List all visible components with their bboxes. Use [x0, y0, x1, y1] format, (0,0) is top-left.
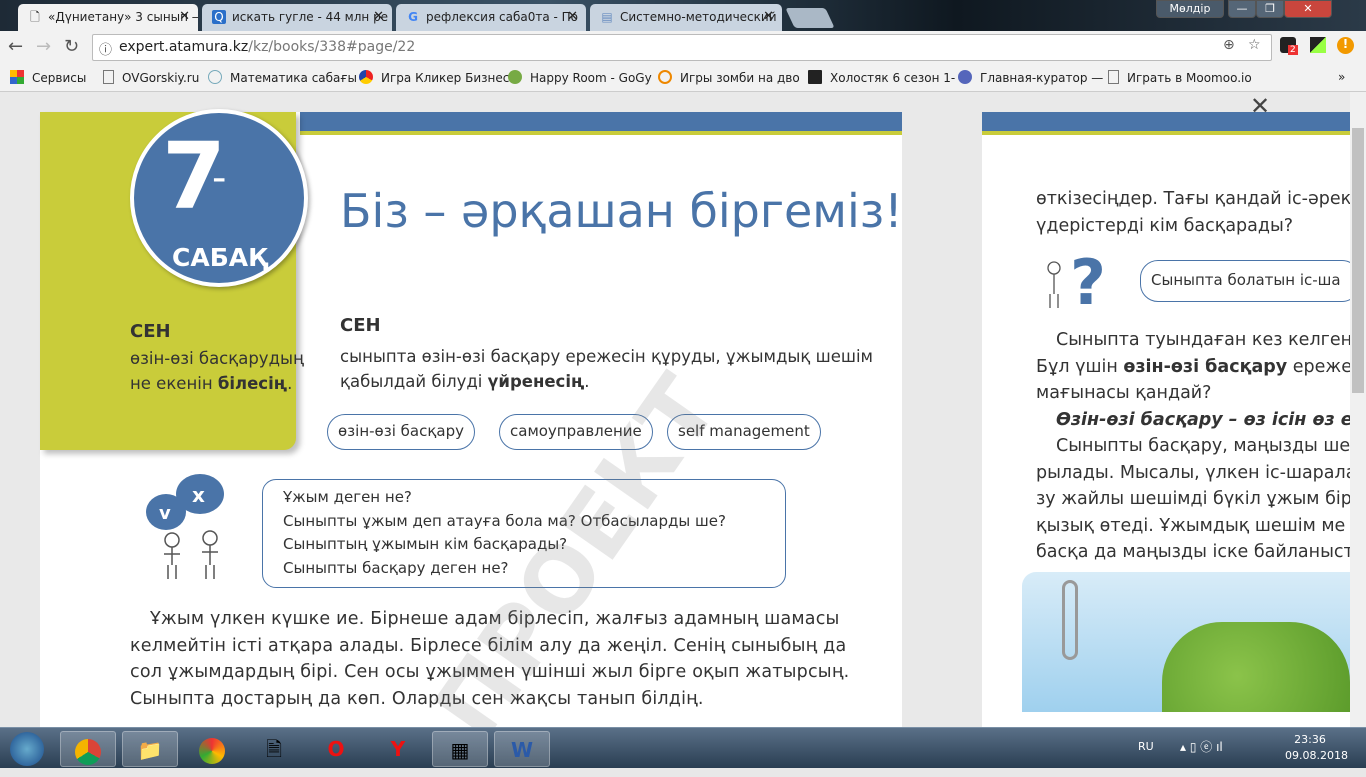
book-viewer: СЕН өзін-өзі басқарудың не екенін білесің…: [0, 92, 1350, 727]
clock[interactable]: 23:36 09.08.2018: [1285, 733, 1348, 762]
question: Сыныпты ұжым деп атауға бола ма? Отбасыл…: [283, 511, 726, 530]
question: Ұжым деген не?: [283, 488, 412, 506]
header-bar: [982, 112, 1350, 135]
site-icon: [958, 70, 972, 84]
opera-icon[interactable]: O: [308, 731, 364, 767]
site-icon: [359, 70, 373, 84]
control-panel-icon[interactable]: ▦: [432, 731, 488, 767]
site-icon: [208, 70, 222, 84]
profile-button[interactable]: Мөлдір: [1156, 0, 1224, 18]
yandex-icon[interactable]: Y: [370, 731, 426, 767]
paperclip-icon: [1062, 580, 1078, 660]
goal-heading: СЕН: [130, 321, 171, 342]
apps-icon: [10, 70, 24, 84]
site-icon: [508, 70, 522, 84]
tab-search[interactable]: Qискать гугле - 44 млн ре ✕: [202, 4, 392, 31]
lesson-word: САБАҚ: [172, 243, 268, 272]
lesson-dash: -: [212, 155, 227, 201]
goal-text-right: сыныпта өзін-өзі басқару ережесін құруды…: [340, 347, 873, 391]
bookmark[interactable]: Играть в Moomoo.io: [1108, 70, 1252, 85]
tab-google[interactable]: Gрефлексия саба0та - По ✕: [396, 4, 586, 31]
svg-text:?: ?: [1070, 246, 1106, 316]
close-tab-icon[interactable]: ✕: [763, 9, 774, 24]
reload-icon[interactable]: ↻: [64, 36, 79, 57]
tab-strip: 🗋 «Дүниетану» 3 сынып — ✕ Qискать гугле - …: [0, 0, 1366, 31]
bookmark[interactable]: Happy Room - GoGy: [508, 70, 652, 85]
page-icon: [1108, 70, 1119, 84]
google-icon: G: [408, 10, 418, 24]
activity-pill: Сыныпта болатын іс-ша: [1140, 260, 1350, 302]
close-window-button[interactable]: ✕: [1284, 0, 1332, 18]
info-icon[interactable]: ⓘ: [99, 39, 112, 58]
goal-heading-right: СЕН: [340, 315, 381, 336]
extension-icon-2[interactable]: [1310, 37, 1326, 53]
address-bar[interactable]: ⓘ expert.atamura.kz/kz/books/338#page/22…: [92, 34, 1272, 61]
word-icon[interactable]: W: [494, 731, 550, 767]
svg-text:x: x: [192, 483, 205, 507]
header-bar: [300, 112, 902, 135]
new-tab-button[interactable]: [785, 8, 835, 28]
close-tab-icon[interactable]: ✕: [179, 9, 190, 24]
doc-icon: ▤: [601, 10, 613, 24]
close-tab-icon[interactable]: ✕: [373, 9, 384, 24]
site-icon: [808, 70, 822, 84]
bookmark[interactable]: OVGorskiy.ru: [103, 70, 199, 85]
zoom-icon[interactable]: ⊕: [1223, 37, 1235, 53]
bookmark[interactable]: Игры зомби на дво: [658, 70, 800, 85]
page-icon: [103, 70, 114, 84]
goal-text: өзін-өзі басқарудың не екенін білесің.: [130, 349, 304, 393]
app-icon[interactable]: [184, 731, 240, 767]
bookmarks-overflow[interactable]: »: [1338, 70, 1345, 84]
text-block: Сыныпта туындаған кез келген Бұл үшін өз…: [1036, 330, 1350, 562]
bookmark[interactable]: Математика сабағы: [208, 70, 357, 85]
explorer-icon[interactable]: 📁: [122, 731, 178, 767]
trees: [1162, 622, 1350, 712]
chrome-icon[interactable]: [60, 731, 116, 767]
question-illustration: ?: [1047, 246, 1106, 316]
bookmark[interactable]: Игра Кликер Бизнес: [359, 70, 509, 85]
star-icon[interactable]: ☆: [1248, 37, 1261, 53]
minimize-button[interactable]: —: [1228, 0, 1256, 18]
search-icon: Q: [212, 10, 226, 24]
bookmark[interactable]: Холостяк 6 сезон 1-: [808, 70, 955, 85]
extension-icon[interactable]: 2: [1280, 37, 1298, 55]
illustration-image: [1022, 572, 1350, 712]
close-viewer-button[interactable]: ✕: [1250, 92, 1270, 120]
text-block: өткізесіңдер. Тағы қандай іс-әрек үдеріс…: [1036, 189, 1350, 236]
site-icon: [658, 70, 672, 84]
tray-icons[interactable]: ▴ ▯ ⓔ ıl: [1180, 738, 1223, 755]
alert-icon[interactable]: !: [1337, 37, 1354, 54]
language-indicator[interactable]: RU: [1138, 740, 1154, 753]
bookmarks-bar: Сервисы OVGorskiy.ru Математика сабағы И…: [0, 63, 1366, 92]
close-tab-icon[interactable]: ✕: [567, 9, 578, 24]
scrollbar-thumb[interactable]: [1352, 128, 1364, 393]
right-page: өткізесіңдер. Тағы қандай іс-әрек үдеріс…: [982, 112, 1350, 727]
tab-doc[interactable]: ▤ Системно-методический ✕: [590, 4, 782, 31]
maximize-button[interactable]: ❐: [1256, 0, 1284, 18]
bookmark-apps[interactable]: Сервисы: [10, 70, 86, 85]
discussion-illustration: v x: [146, 474, 224, 579]
tab-dunietanu[interactable]: 🗋 «Дүниетану» 3 сынып — ✕: [18, 4, 198, 31]
forward-icon[interactable]: →: [36, 36, 51, 57]
back-icon[interactable]: ←: [8, 36, 23, 57]
bookmark[interactable]: Главная-куратор —: [958, 70, 1103, 85]
taskbar: 📁 🗎 O Y ▦ W RU ▴ ▯ ⓔ ıl 23:36 09.08.2018: [0, 727, 1366, 768]
start-button[interactable]: [2, 731, 52, 767]
lesson-badge: 7 - САБАҚ: [130, 109, 308, 287]
term-pill: өзін-өзі басқару: [327, 414, 475, 450]
document-app-icon[interactable]: 🗎: [246, 731, 302, 767]
page-icon: 🗋: [30, 10, 40, 24]
lesson-title: Біз – әрқашан біргеміз!: [340, 184, 903, 238]
svg-text:v: v: [159, 503, 171, 524]
